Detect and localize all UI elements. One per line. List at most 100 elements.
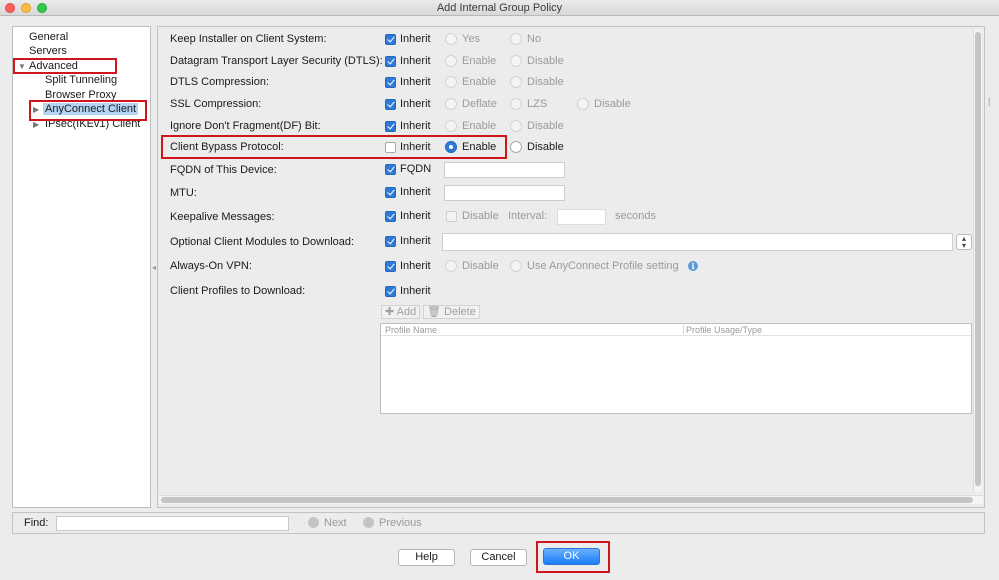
ssl-compression-lzs-label: LZS: [527, 98, 548, 110]
client-bypass-enable-radio[interactable]: [445, 141, 457, 153]
dtls-compression-disable-radio[interactable]: [510, 76, 522, 88]
nav-item-general[interactable]: General: [29, 31, 68, 43]
ssl-compression-deflate-radio[interactable]: [445, 98, 457, 110]
dtls-disable-label: Disable: [527, 55, 564, 67]
mtu-inherit-checkbox[interactable]: [385, 187, 396, 198]
nav-item-servers[interactable]: Servers: [29, 45, 67, 57]
fqdn-checkbox[interactable]: [385, 164, 396, 175]
always-on-disable-label: Disable: [462, 260, 499, 272]
horizontal-scrollbar[interactable]: [159, 495, 983, 504]
client-profiles-inherit-label: Inherit: [400, 285, 431, 297]
column-divider[interactable]: [683, 325, 684, 334]
always-on-profile-radio[interactable]: [510, 260, 522, 272]
cancel-button[interactable]: Cancel: [470, 549, 527, 566]
dtls-enable-label: Enable: [462, 55, 497, 67]
keep-installer-inherit-checkbox[interactable]: [385, 34, 396, 45]
ignore-df-enable-label: Enable: [462, 120, 497, 132]
keep-installer-label: Keep Installer on Client System:: [170, 33, 327, 45]
always-on-vpn-label: Always-On VPN:: [170, 260, 252, 272]
profile-table-header: Profile Name Profile Usage/Type: [381, 324, 971, 336]
highlight-box-ok: [536, 541, 610, 573]
mtu-input[interactable]: [444, 185, 565, 201]
nav-tree: General Servers ▼ Advanced Split Tunneli…: [12, 26, 151, 508]
delete-profile-button[interactable]: 🗑 Delete: [423, 305, 480, 319]
ssl-compression-disable-radio[interactable]: [577, 98, 589, 110]
always-on-inherit-label: Inherit: [400, 260, 431, 272]
dtls-compression-enable-radio[interactable]: [445, 76, 457, 88]
dtls-inherit-label: Inherit: [400, 55, 431, 67]
client-profiles-inherit-checkbox[interactable]: [385, 286, 396, 297]
find-bar: Find: Next Previous: [12, 512, 985, 534]
find-label: Find:: [24, 517, 49, 529]
ignore-df-enable-radio[interactable]: [445, 120, 457, 132]
keepalive-inherit-checkbox[interactable]: [385, 211, 396, 222]
dtls-compression-enable-label: Enable: [462, 76, 497, 88]
client-bypass-label: Client Bypass Protocol:: [170, 141, 284, 153]
window-titlebar: Add Internal Group Policy: [0, 0, 999, 16]
keepalive-interval-label: Interval:: [508, 210, 548, 222]
find-next-button[interactable]: Next: [308, 517, 347, 529]
add-profile-label: Add: [396, 306, 417, 318]
dtls-disable-radio[interactable]: [510, 55, 522, 67]
dtls-compression-inherit-label: Inherit: [400, 76, 431, 88]
fqdn-input[interactable]: [444, 162, 565, 178]
dtls-compression-label: DTLS Compression:: [170, 76, 270, 88]
keep-installer-no-radio[interactable]: [510, 33, 522, 45]
mtu-inherit-label: Inherit: [400, 186, 431, 198]
column-header-profile-name[interactable]: Profile Name: [385, 325, 437, 335]
keep-installer-inherit-label: Inherit: [400, 33, 431, 45]
ignore-df-inherit-label: Inherit: [400, 120, 431, 132]
vertical-scrollbar[interactable]: [973, 30, 982, 492]
highlight-box-advanced: [13, 58, 117, 74]
next-arrow-icon: [308, 517, 319, 528]
keepalive-disable-label: Disable: [462, 210, 499, 222]
ignore-df-disable-radio[interactable]: [510, 120, 522, 132]
ssl-compression-lzs-radio[interactable]: [510, 98, 522, 110]
horizontal-scroll-thumb[interactable]: [161, 497, 973, 503]
fqdn-label: FQDN of This Device:: [170, 164, 277, 176]
keep-installer-yes-label: Yes: [462, 33, 480, 45]
add-profile-button[interactable]: ✚ Add: [381, 305, 421, 319]
find-previous-label: Previous: [379, 517, 422, 529]
ignore-df-inherit-checkbox[interactable]: [385, 121, 396, 132]
keep-installer-no-label: No: [527, 33, 542, 45]
keepalive-label: Keepalive Messages:: [170, 211, 275, 223]
client-bypass-disable-radio[interactable]: [510, 141, 522, 153]
ssl-compression-inherit-checkbox[interactable]: [385, 99, 396, 110]
client-bypass-disable-label: Disable: [527, 141, 564, 153]
collapsed-triangle-icon[interactable]: ▶: [33, 120, 39, 129]
optional-modules-inherit-checkbox[interactable]: [385, 236, 396, 247]
find-previous-button[interactable]: Previous: [363, 517, 422, 529]
dtls-inherit-checkbox[interactable]: [385, 56, 396, 67]
info-icon[interactable]: i: [688, 261, 698, 271]
find-input[interactable]: [56, 516, 289, 531]
mtu-label: MTU:: [170, 187, 197, 199]
keepalive-disable-checkbox[interactable]: [446, 211, 457, 222]
vertical-scroll-thumb[interactable]: [975, 32, 981, 486]
always-on-inherit-checkbox[interactable]: [385, 261, 396, 272]
highlight-box-anyconnect: [29, 100, 147, 121]
column-header-profile-usage[interactable]: Profile Usage/Type: [686, 325, 762, 335]
delete-profile-label: Delete: [444, 306, 476, 318]
fqdn-check-label: FQDN: [400, 163, 432, 175]
keep-installer-yes-radio[interactable]: [445, 33, 457, 45]
client-bypass-inherit-checkbox[interactable]: [385, 142, 396, 153]
nav-item-split-tunneling[interactable]: Split Tunneling: [45, 74, 117, 86]
resize-indicator: |: [988, 96, 991, 106]
optional-modules-dropdown-icon[interactable]: ▴ ▾: [956, 234, 972, 250]
window-title: Add Internal Group Policy: [436, 2, 563, 14]
ssl-compression-disable-label: Disable: [594, 98, 631, 110]
find-next-label: Next: [324, 517, 347, 529]
help-button[interactable]: Help: [398, 549, 455, 566]
settings-panel: Keep Installer on Client System: Inherit…: [157, 26, 985, 508]
client-bypass-inherit-label: Inherit: [400, 141, 431, 153]
ignore-df-disable-label: Disable: [527, 120, 564, 132]
keepalive-interval-input[interactable]: [557, 209, 606, 225]
client-bypass-enable-label: Enable: [462, 141, 497, 153]
dtls-compression-inherit-checkbox[interactable]: [385, 77, 396, 88]
dtls-enable-radio[interactable]: [445, 55, 457, 67]
profile-table: Profile Name Profile Usage/Type: [380, 323, 972, 414]
ignore-df-label: Ignore Don't Fragment(DF) Bit:: [170, 120, 321, 132]
optional-modules-input[interactable]: [442, 233, 953, 251]
always-on-disable-radio[interactable]: [445, 260, 457, 272]
